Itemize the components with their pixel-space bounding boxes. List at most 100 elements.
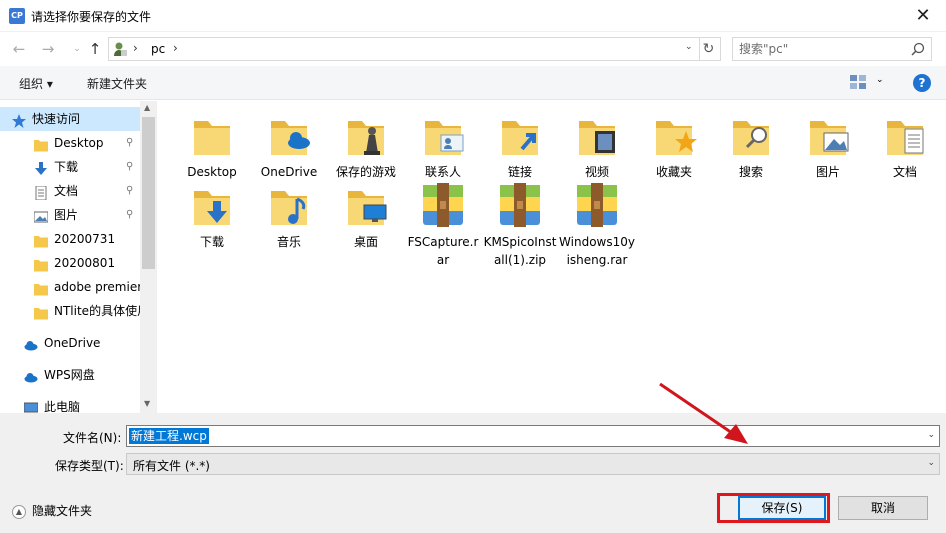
folder-icon	[34, 304, 48, 320]
folder-icon	[650, 111, 698, 159]
sidebar-item[interactable]: OneDrive	[0, 331, 140, 355]
search-box[interactable]	[732, 37, 932, 61]
document-icon	[34, 184, 48, 201]
picture-icon	[33, 208, 49, 223]
pin-icon: ⚲	[126, 137, 134, 148]
folder-item[interactable]: 音乐	[250, 181, 328, 251]
folder-item[interactable]: 视频	[558, 111, 636, 181]
search-input[interactable]	[733, 38, 903, 60]
collapse-icon: ▲	[12, 504, 26, 519]
pin-icon: ⚲	[126, 161, 134, 172]
sidebar-scrollbar[interactable]: ▲ ▼	[140, 101, 156, 413]
sidebar-item-label: 图片	[54, 208, 79, 222]
file-list-view: Desktop OneDrive 保存的游戏 联系人 链接 视频 收藏夹 搜索 图片 文档下载 音乐…	[157, 101, 946, 413]
folder-item[interactable]: 链接	[481, 111, 559, 181]
hide-folders-toggle[interactable]: ▲ 隐藏文件夹	[12, 502, 92, 519]
sidebar-item-label: NTlite的具体使用	[54, 304, 140, 318]
folder-item[interactable]: 下载	[173, 181, 251, 251]
archive-file-item[interactable]: KMSpicoInstall(1).zip	[481, 181, 559, 269]
sidebar-item-label: OneDrive	[44, 336, 101, 350]
sidebar-item[interactable]: 快速访问	[0, 107, 140, 131]
folder-icon	[265, 181, 313, 229]
refresh-button[interactable]: ↻	[697, 37, 721, 61]
archive-icon	[419, 181, 467, 229]
folder-item[interactable]: OneDrive	[250, 111, 328, 181]
file-label: OneDrive	[260, 165, 318, 179]
filename-field[interactable]: 新建工程.wcp ⌄	[126, 425, 940, 447]
folder-item[interactable]: 图片	[789, 111, 867, 181]
folder-item[interactable]: 桌面	[327, 181, 405, 251]
folder-item[interactable]: 文档	[866, 111, 944, 181]
sidebar-item[interactable]: NTlite的具体使用	[0, 299, 140, 323]
back-button[interactable]: ←	[8, 38, 30, 60]
folder-icon	[573, 111, 621, 159]
scroll-thumb[interactable]	[142, 117, 155, 269]
archive-file-item[interactable]: Windows10yisheng.rar	[558, 181, 636, 269]
sidebar-item-label: 20200801	[54, 256, 116, 270]
folder-icon	[342, 181, 390, 229]
filetype-select[interactable]: 所有文件 (*.*) ⌄	[126, 453, 940, 475]
sidebar-item-label: 20200731	[54, 232, 116, 246]
folder-item[interactable]: 收藏夹	[635, 111, 713, 181]
breadcrumb-separator[interactable]: ›	[173, 41, 178, 55]
folder-icon	[804, 111, 852, 159]
sidebar-item[interactable]: 文档 ⚲	[0, 179, 140, 203]
folder-item[interactable]: 联系人	[404, 111, 482, 181]
filetype-dropdown-icon[interactable]: ⌄	[927, 458, 935, 468]
user-folder-icon	[114, 42, 127, 56]
pin-icon: ⚲	[126, 185, 134, 196]
sidebar-item-label: WPS网盘	[44, 368, 95, 382]
filename-label: 文件名(N):	[63, 431, 122, 445]
help-button[interactable]: ?	[913, 74, 931, 92]
breadcrumb-pc[interactable]: pc	[151, 42, 165, 56]
forward-button[interactable]: →	[37, 38, 59, 60]
scroll-down-icon[interactable]: ▼	[144, 399, 150, 408]
sidebar-item[interactable]: 20200731	[0, 227, 140, 251]
title-bar: CP 请选择你要保存的文件 ✕	[0, 0, 946, 32]
sidebar-item[interactable]: Desktop ⚲	[0, 131, 140, 155]
file-label: FSCapture.rar	[407, 235, 479, 267]
folder-item[interactable]: 搜索	[712, 111, 790, 181]
filename-value[interactable]: 新建工程.wcp	[129, 428, 209, 444]
sidebar-item[interactable]: 此电脑	[0, 395, 140, 413]
sidebar-item-label: adobe premiere	[54, 280, 140, 294]
folder-icon	[34, 136, 48, 152]
filename-dropdown-icon[interactable]: ⌄	[927, 430, 935, 440]
save-form-panel: 文件名(N): 新建工程.wcp ⌄ 保存类型(T): 所有文件 (*.*) ⌄…	[0, 413, 946, 533]
file-label: 联系人	[424, 165, 461, 179]
sidebar-item[interactable]: 下载 ⚲	[0, 155, 140, 179]
address-bar[interactable]: › pc › ⌄	[108, 37, 700, 61]
sidebar-item[interactable]: WPS网盘	[0, 363, 140, 387]
organize-button[interactable]: 组织 ▾	[19, 75, 53, 92]
view-options-icon[interactable]	[850, 75, 866, 89]
computer-icon	[23, 400, 39, 413]
folder-item[interactable]: 保存的游戏	[327, 111, 405, 181]
cloud-icon	[24, 368, 38, 383]
sidebar-item-label: 快速访问	[32, 112, 81, 126]
sidebar-item[interactable]: adobe premiere	[0, 275, 140, 299]
pin-icon: ⚲	[126, 209, 134, 220]
scroll-up-icon[interactable]: ▲	[144, 103, 150, 112]
sidebar-item-label: 此电脑	[44, 400, 81, 413]
up-button[interactable]: ↑	[84, 38, 106, 60]
file-label: 文档	[892, 165, 917, 179]
archive-file-item[interactable]: FSCapture.rar	[404, 181, 482, 269]
address-dropdown-icon[interactable]: ⌄	[685, 42, 693, 52]
new-folder-button[interactable]: 新建文件夹	[87, 75, 147, 92]
save-button[interactable]: 保存(S)	[738, 496, 826, 520]
view-dropdown-icon[interactable]: ⌄	[876, 75, 884, 85]
download-icon	[34, 160, 48, 175]
folder-icon	[496, 111, 544, 159]
star-icon	[12, 112, 26, 128]
filetype-label: 保存类型(T):	[55, 459, 124, 473]
file-label: 音乐	[276, 235, 301, 249]
close-button[interactable]: ✕	[900, 0, 946, 31]
sidebar-item[interactable]: 20200801	[0, 251, 140, 275]
breadcrumb-separator: ›	[133, 41, 138, 55]
folder-item[interactable]: Desktop	[173, 111, 251, 181]
file-label: 视频	[584, 165, 609, 179]
sidebar-item[interactable]: 图片 ⚲	[0, 203, 140, 227]
folder-icon	[342, 111, 390, 159]
sidebar-item-label: Desktop	[54, 136, 104, 150]
cancel-button[interactable]: 取消	[838, 496, 928, 520]
